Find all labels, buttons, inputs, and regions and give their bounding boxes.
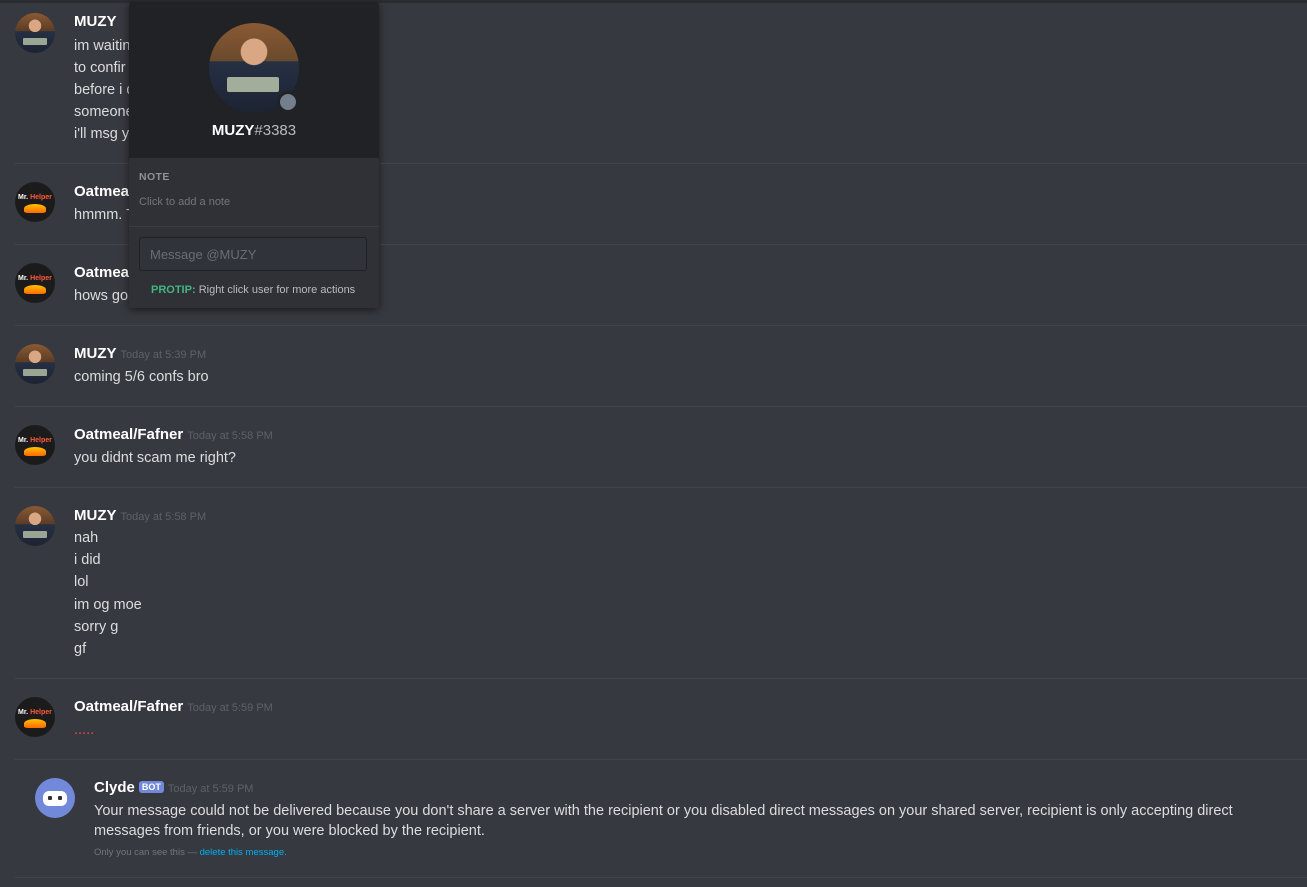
message-line: i'll msg y [74,126,130,142]
user-avatar[interactable]: Mr. Helper [15,263,55,303]
user-avatar[interactable] [15,344,55,384]
protip: PROTIP: Right click user for more action… [151,284,355,296]
discriminator: #3383 [254,122,297,139]
user-avatar[interactable]: Mr. Helper [15,697,55,737]
author-name[interactable]: MUZY [74,507,117,524]
note-input[interactable]: Click to add a note [139,196,230,208]
protip-label: PROTIP: [151,284,196,296]
bot-badge: BOT [138,781,164,793]
message-timestamp: Today at 5:58 PM [187,430,273,442]
message-timestamp: Today at 5:59 PM [167,783,254,795]
avatar-logo-text: Mr. Helper [18,275,52,282]
user-avatar[interactable]: Mr. Helper [15,425,55,465]
avatar-logo-text: Mr. Helper [18,437,52,444]
message-group: MUZY Today at 5:39 PM coming 5/6 confs br… [15,326,1307,407]
message-timestamp: Today at 5:58 PM [120,511,207,523]
ephemeral-notice-text: Only you can see this — [94,847,197,858]
message-line: ..... [74,722,95,738]
message-timestamp: Today at 5:59 PM [187,702,273,714]
message-line: coming 5/6 confs bro [74,369,209,385]
clyde-message-text: Your message could not be delivered beca… [94,803,1233,839]
message-author[interactable]: Oatmea [74,264,129,281]
divider [129,226,379,227]
flame-icon [24,719,46,728]
message-line: lol [74,574,89,590]
direct-message-input[interactable] [139,237,367,271]
message-line: im og moe [74,597,142,613]
profile-username[interactable]: MUZY#3383 [129,122,379,139]
message-group: Mr. Helper Oatmeal/Fafner Today at 5:58 P… [15,407,1307,488]
message-line: sorry g [74,619,119,635]
author-name[interactable]: MUZY [74,345,117,362]
message-author[interactable]: Oatmeal/Fafner Today at 5:59 PM [74,698,273,715]
message-line: nah [74,530,99,546]
avatar-logo-text: Mr. Helper [18,709,52,716]
message-author[interactable]: Oatmea [74,183,129,200]
message-author[interactable]: Clyde BOT Today at 5:59 PM [94,779,253,796]
message-group: MUZY Today at 5:58 PM nah i did lol im og… [15,488,1307,679]
message-author[interactable]: MUZY [74,13,117,30]
flame-icon [24,204,46,213]
message-line: i did [74,552,101,568]
message-author[interactable]: Oatmeal/Fafner Today at 5:58 PM [74,426,273,443]
message-group: Mr. Helper Oatmeal/Fafner Today at 5:59 P… [15,679,1307,760]
clyde-message-group: Clyde BOT Today at 5:59 PM Your message co… [15,760,1307,878]
note-label: NOTE [139,171,170,183]
message-line: you didnt scam me right? [74,450,236,466]
message-line: hmmm. T [74,207,135,223]
avatar-logo-text: Mr. Helper [18,194,52,201]
ephemeral-notice: Only you can see this — delete this mess… [94,847,287,858]
user-avatar[interactable] [15,13,55,53]
flame-icon [24,447,46,456]
popout-header: MUZY#3383 [129,2,379,158]
message-line: before i d [74,82,135,98]
username: MUZY [211,122,255,139]
clyde-bot-icon[interactable] [35,778,75,818]
offline-status-icon [277,91,299,113]
robot-face-icon [43,791,67,806]
message-author[interactable]: MUZY Today at 5:58 PM [74,507,206,524]
message-line: hows goi [74,288,132,304]
message-timestamp: Today at 5:39 PM [120,349,207,361]
protip-text: Right click user for more actions [198,284,356,296]
user-profile-popout: MUZY#3383 NOTE Click to add a note PROTI… [129,2,379,308]
user-avatar[interactable] [15,506,55,546]
flame-icon [24,285,46,294]
delete-message-link[interactable]: delete this message. [200,847,287,858]
message-author[interactable]: MUZY Today at 5:39 PM [74,345,206,362]
user-avatar[interactable]: Mr. Helper [15,182,55,222]
message-line: im waitin [74,38,131,54]
author-name[interactable]: Clyde [94,779,135,796]
message-line: gf [74,641,87,657]
message-line: to confir [74,60,126,76]
author-name[interactable]: Oatmeal/Fafner [74,426,183,443]
author-name[interactable]: Oatmeal/Fafner [74,698,183,715]
message-line: someone [74,104,134,120]
